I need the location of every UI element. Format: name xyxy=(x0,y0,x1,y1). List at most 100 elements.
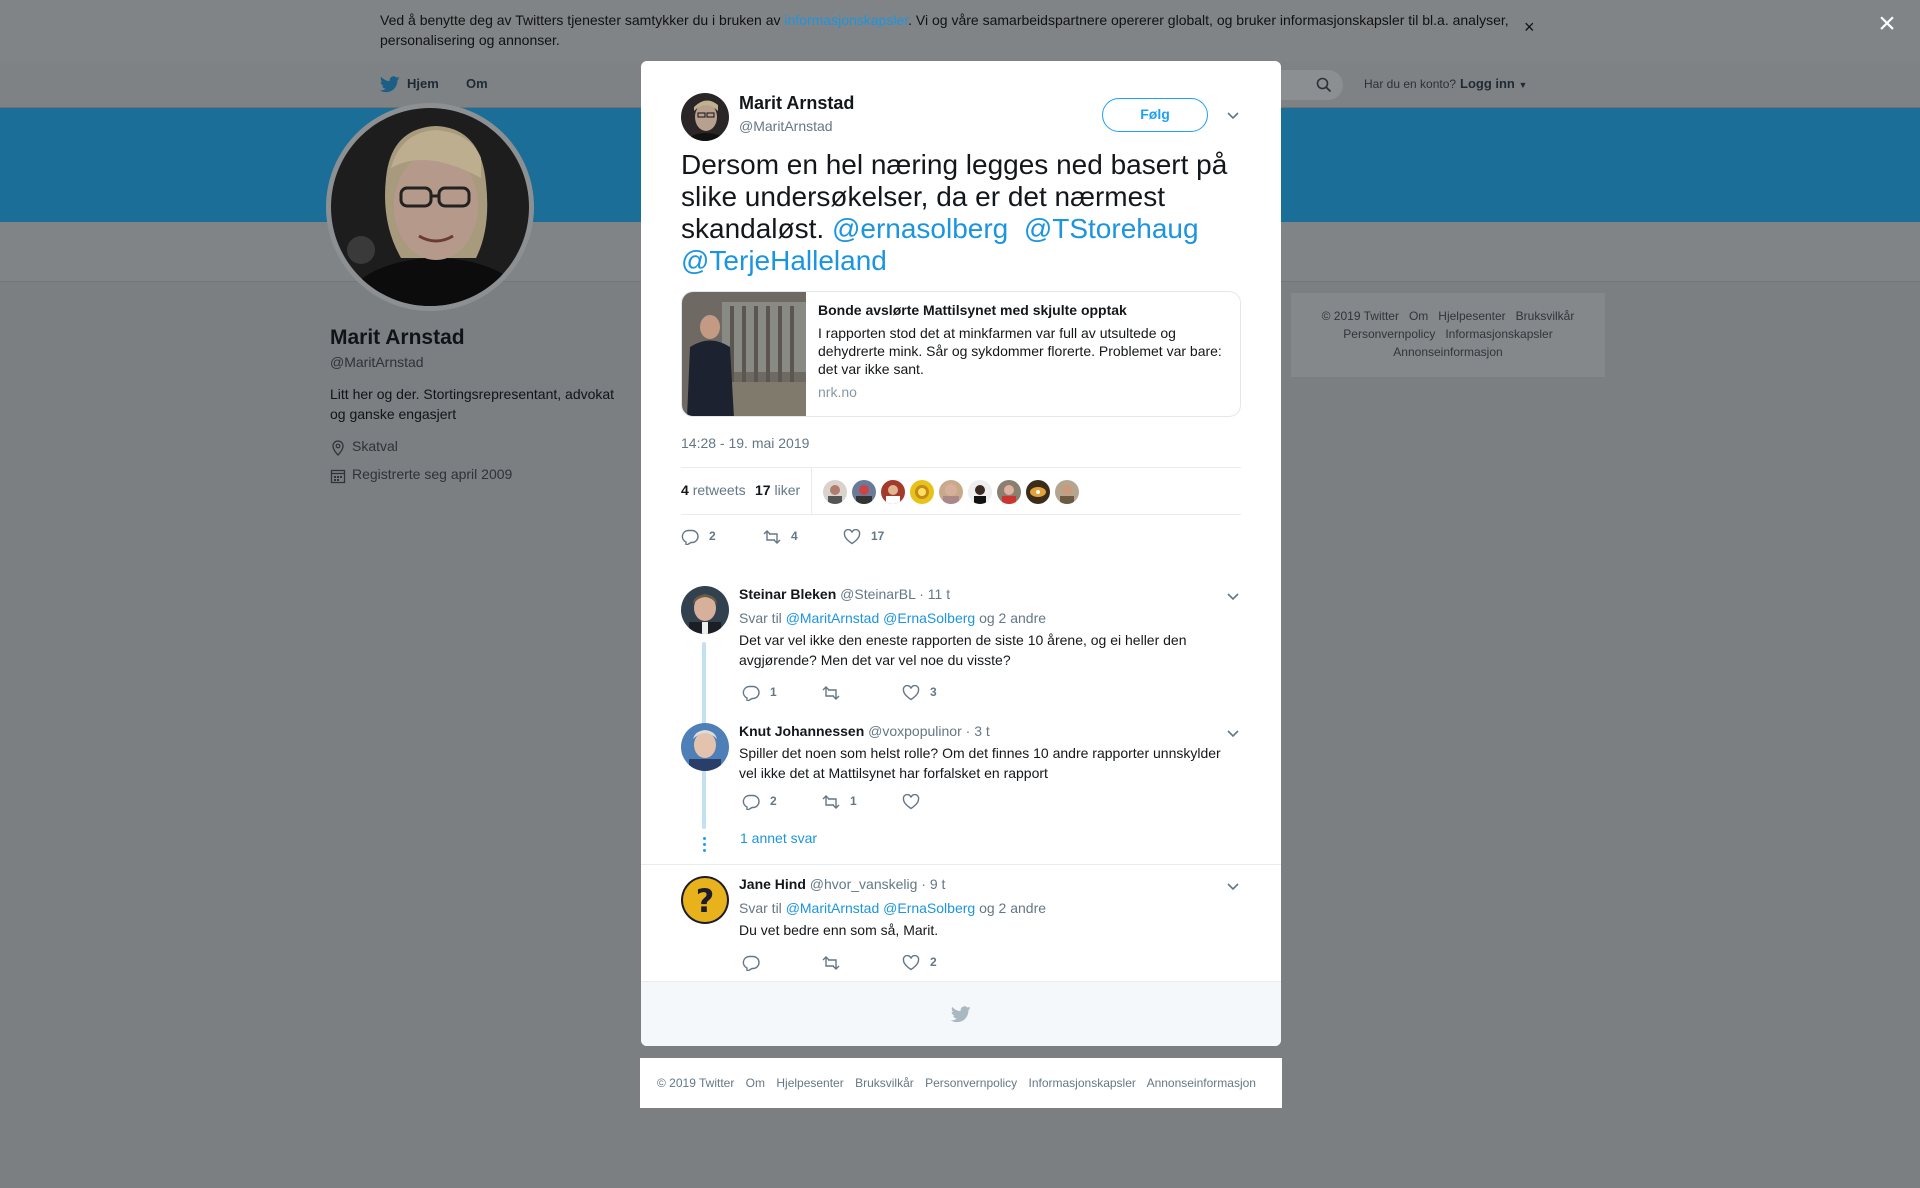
reply-author-name[interactable]: Knut Johannessen xyxy=(739,723,864,739)
chevron-down-icon[interactable] xyxy=(1226,591,1240,601)
liker-avatar[interactable] xyxy=(1026,480,1050,504)
search-icon[interactable] xyxy=(1316,77,1332,93)
twitter-bird-icon xyxy=(951,1006,971,1023)
footer-link[interactable]: Annonseinformasjon xyxy=(1393,345,1502,359)
mention-link[interactable]: @TerjeHalleland xyxy=(681,245,887,276)
footer-link[interactable]: Hjelpesenter xyxy=(776,1076,843,1090)
reply-icon xyxy=(742,685,760,701)
author-avatar[interactable] xyxy=(681,93,729,141)
cookie-close-icon[interactable]: × xyxy=(1524,18,1542,36)
reply-text: Spiller det noen som helst rolle? Om det… xyxy=(739,745,1221,781)
reply-to-prefix: Svar til xyxy=(739,610,782,626)
retweet-icon xyxy=(763,530,781,544)
reply-avatar[interactable] xyxy=(681,586,729,634)
account-question: Har du en konto? xyxy=(1364,77,1457,91)
liker-avatar[interactable] xyxy=(852,480,876,504)
footer-link[interactable]: © 2019 Twitter xyxy=(657,1076,734,1090)
footer-link[interactable]: Informasjonskapsler xyxy=(1029,1076,1136,1090)
calendar-icon xyxy=(330,469,346,484)
retweet-icon xyxy=(822,795,840,809)
liker-avatar[interactable] xyxy=(997,480,1021,504)
author-handle[interactable]: @MaritArnstad xyxy=(739,118,833,134)
footer-link[interactable]: Hjelpesenter xyxy=(1438,309,1505,323)
liker-avatar[interactable] xyxy=(910,480,934,504)
footer-link[interactable]: Informasjonskapsler xyxy=(1445,327,1552,341)
reply-to-suffix[interactable]: og 2 andre xyxy=(979,900,1046,916)
mention-link[interactable]: @ernasolberg xyxy=(832,213,1008,244)
tweet-stats: 4 retweets 17 liker xyxy=(681,467,1241,515)
reply-count: 1 xyxy=(770,685,777,699)
footer-link[interactable]: Personvernpolicy xyxy=(1343,327,1435,341)
location-text: Skatval xyxy=(352,438,398,454)
reply-author-handle[interactable]: @voxpopulinor xyxy=(868,723,962,739)
liker-avatar[interactable] xyxy=(823,480,847,504)
reply-author-name[interactable]: Jane Hind xyxy=(739,876,806,892)
author-name[interactable]: Marit Arnstad xyxy=(739,93,854,114)
reply-to: Svar til @MaritArnstad @ErnaSolberg og 2… xyxy=(739,610,1046,626)
reply-avatar[interactable] xyxy=(681,723,729,771)
footer-link[interactable]: Personvernpolicy xyxy=(925,1076,1017,1090)
reply-to: Svar til @MaritArnstad @ErnaSolberg og 2… xyxy=(739,900,1046,916)
reply-author-handle[interactable]: @hvor_vanskelig xyxy=(810,876,918,892)
like-count: 2 xyxy=(930,955,937,969)
tweet-timestamp[interactable]: 14:28 - 19. mai 2019 xyxy=(681,435,809,451)
reply-time[interactable]: · 9 t xyxy=(921,876,945,892)
reply-to-mentions[interactable]: @MaritArnstad @ErnaSolberg xyxy=(786,610,976,626)
location-icon xyxy=(332,440,344,456)
reply-avatar[interactable]: ? xyxy=(681,876,729,924)
liker-avatar[interactable] xyxy=(939,480,963,504)
reply-count: 2 xyxy=(709,529,716,543)
footer-link[interactable]: Bruksvilkår xyxy=(855,1076,914,1090)
footer-link[interactable]: Om xyxy=(1409,309,1428,323)
reply-to-suffix[interactable]: og 2 andre xyxy=(979,610,1046,626)
liker-avatar[interactable] xyxy=(968,480,992,504)
reply-author-handle[interactable]: @SteinarBL xyxy=(840,586,915,602)
chevron-down-icon[interactable] xyxy=(1226,728,1240,738)
reply-header: Jane Hind @hvor_vanskelig · 9 t xyxy=(739,876,945,892)
close-icon[interactable]: × xyxy=(1874,9,1900,39)
footer-link[interactable]: Annonseinformasjon xyxy=(1147,1076,1256,1090)
nav-home[interactable]: Hjem xyxy=(407,76,439,91)
link-card[interactable]: Bonde avslørte Mattilsynet med skjulte o… xyxy=(681,291,1241,417)
reply-time[interactable]: · 11 t xyxy=(919,586,950,602)
footer-link[interactable]: © 2019 Twitter xyxy=(1322,309,1399,323)
like-count: 3 xyxy=(930,685,937,699)
profile-handle: @MaritArnstad xyxy=(330,354,424,370)
thread-dots xyxy=(703,837,706,855)
likes-label: liker xyxy=(774,482,801,498)
side-footer: © 2019 Twitter Om Hjelpesenter Bruksvilkår … xyxy=(1291,293,1605,377)
login-label: Logg inn xyxy=(1460,76,1515,91)
likes-stat[interactable]: 17 liker xyxy=(755,482,800,498)
twitter-bird-icon[interactable] xyxy=(380,76,400,93)
tweet-text: Dersom en hel næring legges ned basert p… xyxy=(681,149,1241,277)
chevron-down-icon[interactable] xyxy=(1226,881,1240,891)
footer-link[interactable]: Om xyxy=(746,1076,765,1090)
modal-bottom-footer: © 2019 Twitter Om Hjelpesenter Bruksvilk… xyxy=(640,1058,1282,1108)
reply-header: Knut Johannessen @voxpopulinor · 3 t xyxy=(739,723,990,739)
reply-author-name[interactable]: Steinar Bleken xyxy=(739,586,836,602)
login-link[interactable]: Logg inn ▼ xyxy=(1460,76,1527,91)
chevron-down-icon[interactable] xyxy=(1226,110,1240,120)
nav-about[interactable]: Om xyxy=(466,76,488,91)
retweet-count: 4 xyxy=(791,529,798,543)
reply-time[interactable]: · 3 t xyxy=(966,723,990,739)
profile-avatar[interactable] xyxy=(326,103,534,311)
modal-footer xyxy=(641,981,1281,1046)
mention-link[interactable]: @TStorehaug xyxy=(1024,213,1199,244)
liker-avatar[interactable] xyxy=(1055,480,1079,504)
joined-text: Registrerte seg april 2009 xyxy=(352,466,513,482)
like-icon xyxy=(902,955,920,971)
like-icon xyxy=(902,685,920,701)
caret-down-icon: ▼ xyxy=(1518,80,1528,90)
more-replies-link[interactable]: 1 annet svar xyxy=(740,830,817,846)
footer-link[interactable]: Bruksvilkår xyxy=(1516,309,1575,323)
tweet-modal: Marit Arnstad @MaritArnstad Følg Dersom … xyxy=(641,61,1281,1046)
follow-button[interactable]: Følg xyxy=(1102,98,1208,132)
reply-header: Steinar Bleken @SteinarBL · 11 t xyxy=(739,586,950,602)
liker-avatar[interactable] xyxy=(881,480,905,504)
svg-text:?: ? xyxy=(696,882,715,920)
retweets-stat[interactable]: 4 retweets xyxy=(681,482,746,498)
reply-icon xyxy=(742,794,760,810)
reply-to-mentions[interactable]: @MaritArnstad @ErnaSolberg xyxy=(786,900,976,916)
cookie-link[interactable]: informasjonskapsler xyxy=(784,12,908,28)
